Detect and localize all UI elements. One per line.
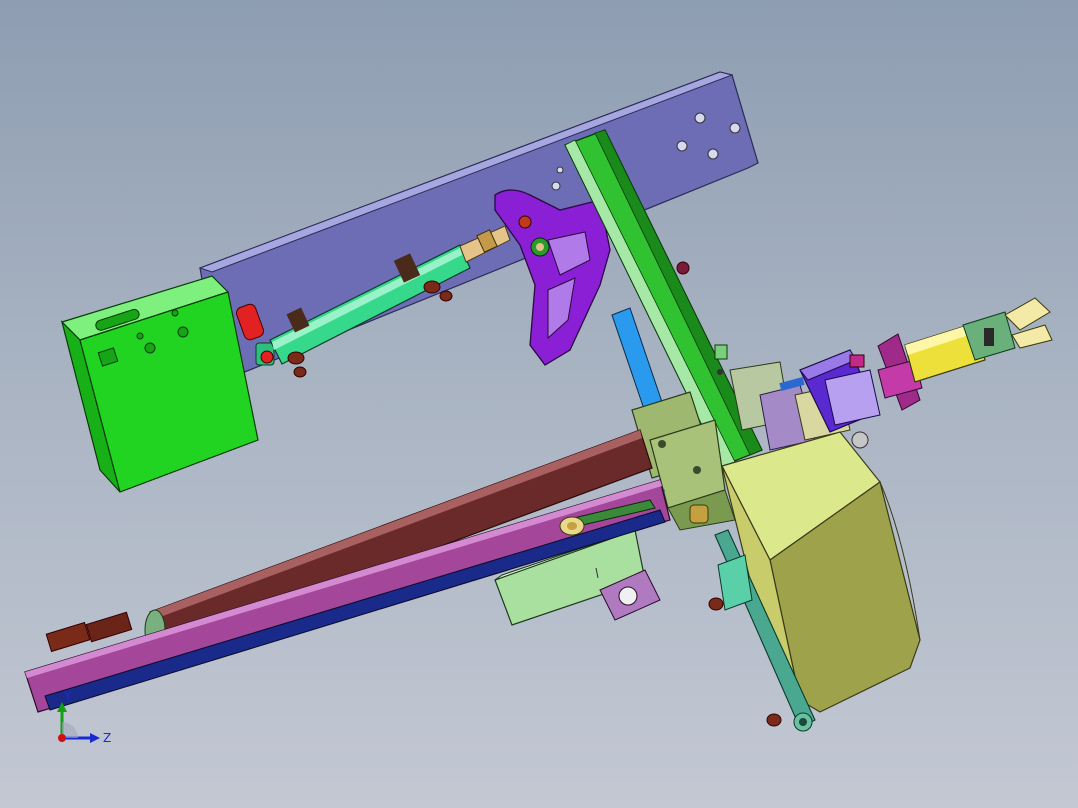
z-axis-label: Z <box>103 731 111 745</box>
axis-triad: Y Z <box>57 689 111 745</box>
y-axis-label: Y <box>63 689 72 703</box>
z-axis-arrow <box>90 733 100 743</box>
swing-arm[interactable] <box>494 189 611 366</box>
cad-model[interactable] <box>0 0 1078 808</box>
gripper[interactable] <box>877 297 1053 411</box>
x-axis-dot <box>58 734 66 742</box>
control-box[interactable] <box>60 275 259 493</box>
y-axis-arrow <box>57 702 67 712</box>
cad-viewport[interactable]: Y Z <box>0 0 1078 808</box>
